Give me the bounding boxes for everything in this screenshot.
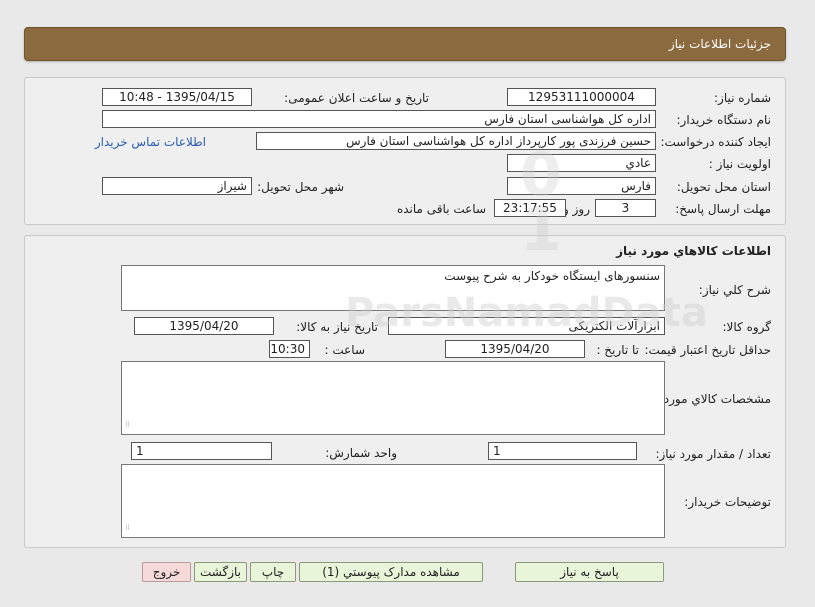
reply-button[interactable]: پاسخ به نیاز	[515, 562, 664, 582]
page-title: جزئیات اطلاعات نیاز	[668, 37, 771, 51]
until-date-label: تا تاریخ :	[596, 343, 639, 357]
general-desc-text: سنسورهای ایستگاه خودکار به شرح پیوست	[444, 269, 660, 283]
deadline-days-field: 3	[595, 199, 656, 217]
buyer-org-label: نام دستگاه خریدار:	[676, 113, 772, 127]
need-number-field: 12953111000004	[507, 88, 656, 106]
province-field: فارس	[507, 177, 656, 195]
buyer-notes-label: توضیحات خریدار:	[684, 495, 771, 509]
attachments-button[interactable]: مشاهده مدارک پیوستي (1)	[299, 562, 483, 582]
resize-grip-icon: ⠿	[125, 524, 131, 532]
city-field: شیراز	[102, 177, 252, 195]
goods-group-field: ابزارآلات الکتریکی	[388, 317, 665, 335]
priority-field: عادي	[507, 154, 656, 172]
requester-label: ایجاد کننده درخواست:	[660, 135, 771, 149]
requester-field: حسین فرزندی پور کارپرداز اداره کل هواشنا…	[256, 132, 656, 150]
announce-label: تاریخ و ساعت اعلان عمومی:	[284, 91, 429, 105]
general-desc-label: شرح کلي نياز:	[698, 283, 771, 297]
buyer-notes-field: ⠿	[121, 464, 665, 538]
resize-grip-icon: ⠿	[125, 421, 131, 429]
general-desc-field: سنسورهای ایستگاه خودکار به شرح پیوست	[121, 265, 665, 311]
need-date-field: 1395/04/20	[134, 317, 274, 335]
days-label: روز و	[563, 202, 590, 216]
price-validity-label: حداقل تاریخ اعتبار قیمت:	[644, 343, 771, 357]
hour-label: ساعت :	[324, 343, 365, 357]
priority-label: اولویت نیاز :	[708, 157, 771, 171]
unit-field: 1	[131, 442, 272, 460]
contact-buyer-link[interactable]: اطلاعات تماس خریدار	[95, 135, 206, 149]
until-date-field: 1395/04/20	[445, 340, 585, 358]
print-button[interactable]: چاپ	[250, 562, 296, 582]
deadline-label: مهلت ارسال پاسخ:	[675, 202, 771, 216]
announce-field: 1395/04/15 - 10:48	[102, 88, 252, 106]
back-button[interactable]: بازگشت	[194, 562, 247, 582]
deadline-time-field: 23:17:55	[494, 199, 566, 217]
city-label: شهر محل تحویل:	[257, 180, 344, 194]
remaining-label: ساعت باقی مانده	[396, 202, 486, 216]
need-number-label: شماره نیاز:	[714, 91, 771, 105]
province-label: استان محل تحویل:	[676, 180, 771, 194]
page-header: جزئیات اطلاعات نیاز	[24, 27, 786, 61]
qty-field: 1	[488, 442, 637, 460]
hour-field: 10:30	[269, 340, 310, 358]
unit-label: واحد شمارش:	[325, 446, 397, 460]
need-date-label: تاریخ نیاز به کالا:	[296, 320, 378, 334]
specs-field: ⠿	[121, 361, 665, 435]
exit-button[interactable]: خروج	[142, 562, 191, 582]
buyer-org-field: اداره کل هواشناسی استان فارس	[102, 110, 656, 128]
goods-group-label: گروه کالا:	[722, 320, 772, 334]
goods-section-title: اطلاعات کالاهاي مورد نياز	[616, 244, 771, 258]
qty-label: تعداد / مقدار مورد نیاز:	[655, 447, 771, 461]
